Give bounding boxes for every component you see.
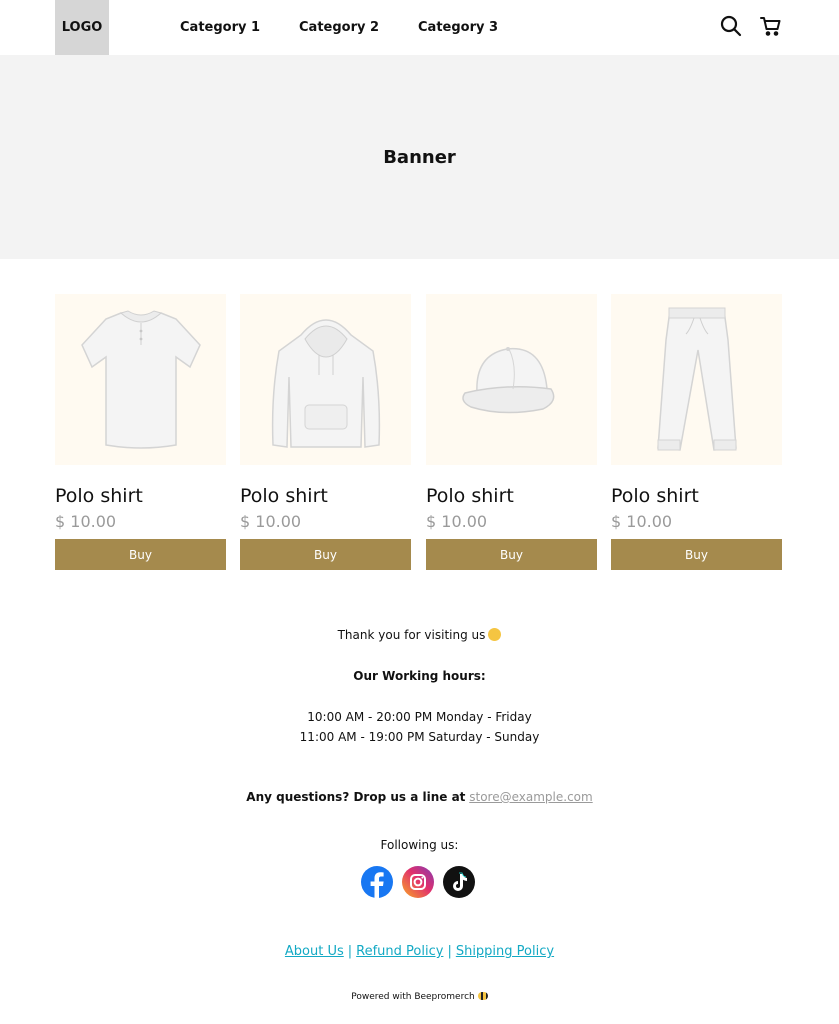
link-separator: |: [347, 944, 353, 959]
product-price: $ 10.00: [240, 512, 302, 531]
about-us-link[interactable]: About Us: [285, 944, 344, 959]
nav-category-2[interactable]: Category 2: [299, 20, 379, 35]
cart-icon[interactable]: [759, 14, 783, 38]
powered-by: Powered with Beepromerch: [0, 992, 839, 1002]
working-hours-title: Our Working hours:: [353, 669, 486, 683]
banner[interactable]: Banner: [0, 55, 839, 259]
product-title[interactable]: Polo shirt: [426, 484, 597, 508]
working-hours-weekday: 10:00 AM - 20:00 PM Monday - Friday: [307, 710, 532, 724]
contact-email-link[interactable]: store@example.com: [469, 790, 592, 804]
nav-category-3[interactable]: Category 3: [418, 20, 498, 35]
product-price: $ 10.00: [55, 512, 117, 531]
polo-shirt-image[interactable]: [55, 294, 226, 465]
product-title[interactable]: Polo shirt: [55, 484, 226, 508]
link-separator: |: [447, 944, 452, 959]
cap-image[interactable]: [426, 294, 597, 465]
shipping-policy-link[interactable]: Shipping Policy: [456, 944, 554, 959]
facebook-icon[interactable]: [361, 866, 393, 898]
buy-button[interactable]: Buy: [240, 539, 411, 570]
buy-button[interactable]: Buy: [426, 539, 597, 570]
contact-label: Any questions? Drop us a line at: [246, 790, 466, 804]
product-title[interactable]: Polo shirt: [611, 484, 782, 508]
following-label: Following us:: [380, 838, 459, 852]
footer-links: About Us | Refund Policy | Shipping Policy: [0, 944, 839, 959]
social-links: [361, 866, 477, 898]
bee-emoji-icon: [477, 992, 488, 1000]
product-price: $ 10.00: [426, 512, 488, 531]
banner-title: Banner: [383, 146, 456, 168]
search-icon[interactable]: [719, 14, 743, 38]
product-card: Polo shirt $ 10.00 Buy: [426, 294, 597, 570]
nav-category-1[interactable]: Category 1: [180, 20, 260, 35]
contact-line: Any questions? Drop us a line at store@e…: [0, 790, 839, 804]
thanks-label: Thank you for visiting us: [337, 628, 486, 642]
site-header: LOGO Category 1 Category 2 Category 3: [0, 0, 839, 55]
product-title[interactable]: Polo shirt: [240, 484, 411, 508]
hoodie-image[interactable]: [240, 294, 411, 465]
product-card: Polo shirt $ 10.00 Buy: [611, 294, 782, 570]
buy-button[interactable]: Buy: [611, 539, 782, 570]
thanks-text: Thank you for visiting us: [0, 628, 839, 642]
refund-policy-link[interactable]: Refund Policy: [356, 944, 443, 959]
powered-by-label[interactable]: Powered with Beepromerch: [351, 992, 475, 1002]
instagram-icon[interactable]: [402, 866, 434, 898]
hugging-face-emoji-icon: [488, 628, 502, 641]
product-card: Polo shirt $ 10.00 Buy: [240, 294, 411, 570]
sweatpants-image[interactable]: [611, 294, 782, 465]
product-card: Polo shirt $ 10.00 Buy: [55, 294, 226, 570]
buy-button[interactable]: Buy: [55, 539, 226, 570]
product-price: $ 10.00: [611, 512, 673, 531]
tiktok-icon[interactable]: [443, 866, 475, 898]
working-hours-weekend: 11:00 AM - 19:00 PM Saturday - Sunday: [299, 730, 540, 744]
logo[interactable]: LOGO: [55, 0, 109, 55]
